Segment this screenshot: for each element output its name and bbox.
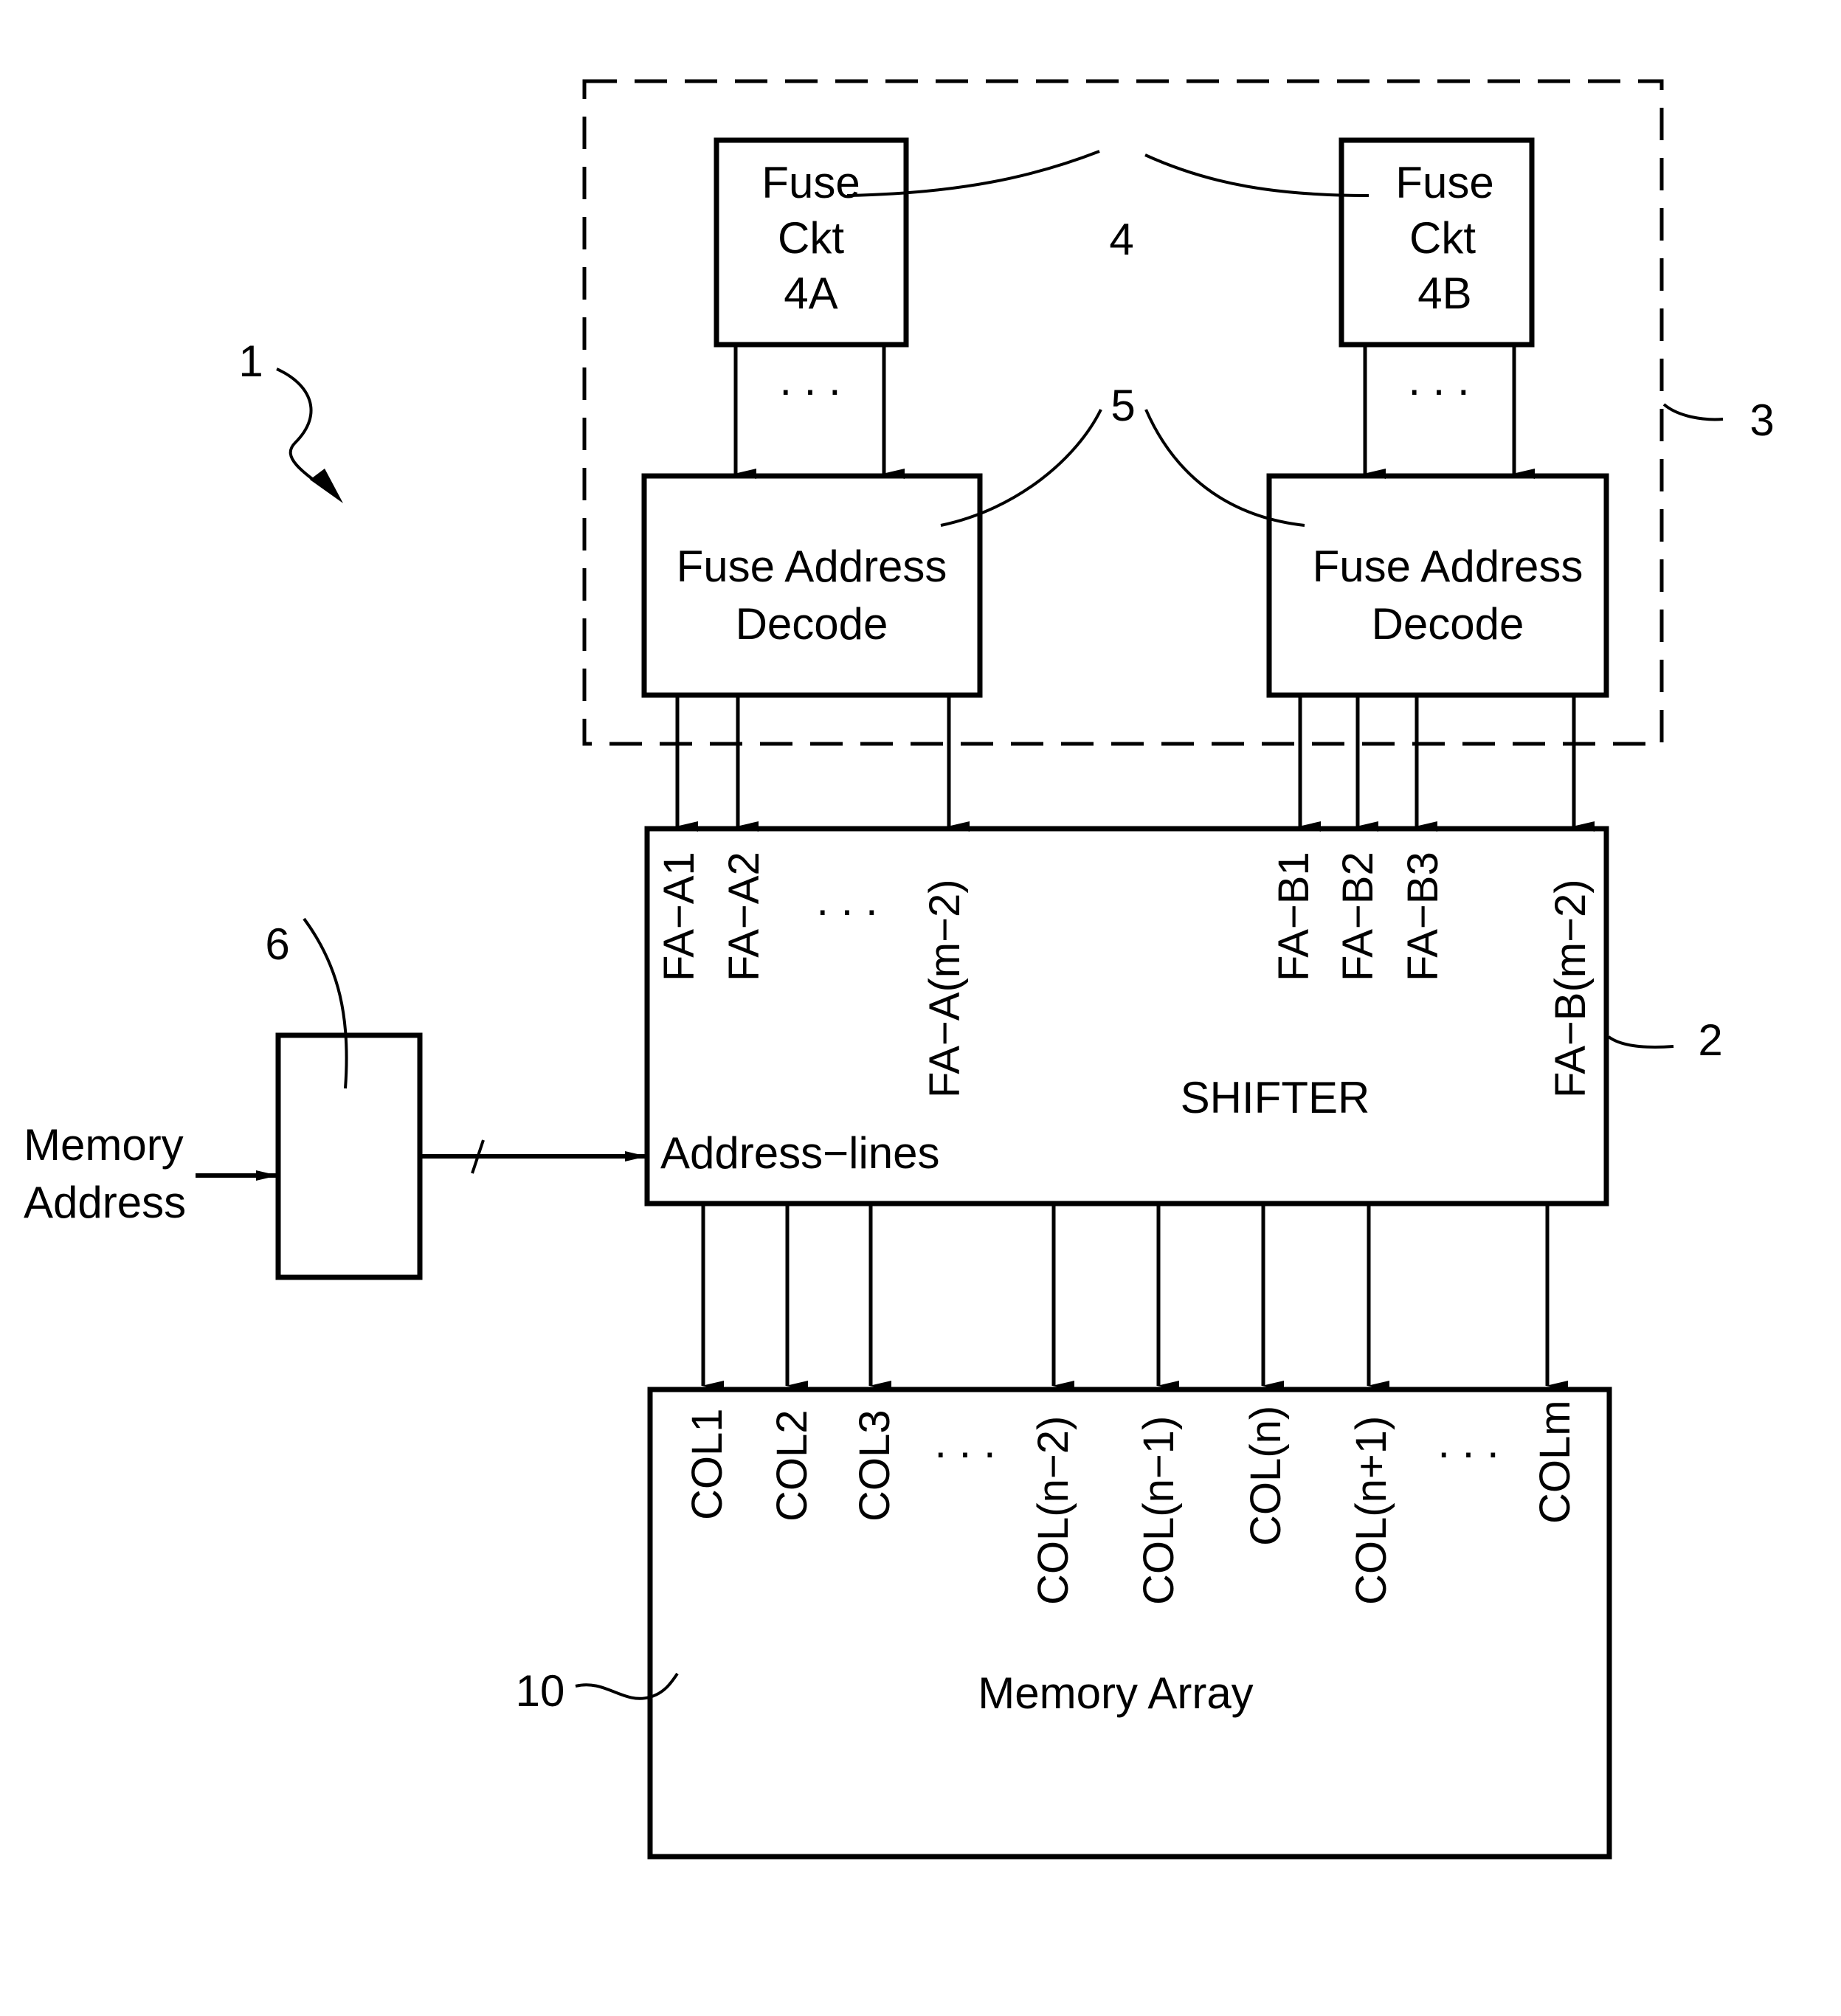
- shifter-input-fa-a1: FA−A1: [655, 852, 703, 981]
- ref-6-label: 6: [265, 919, 289, 969]
- decode-a-line2: Decode: [736, 599, 888, 649]
- shifter-title: SHIFTER: [1181, 1073, 1370, 1122]
- ref-5-leader-b: [1144, 409, 1305, 527]
- ref-1-arrowhead: [310, 469, 343, 503]
- ref-3-label: 3: [1750, 396, 1774, 445]
- fuse-b-ellipsis: . . .: [1408, 355, 1469, 404]
- fuse-ckt-4b-line1: Fuse: [1395, 158, 1493, 207]
- address-latch-box: [275, 1032, 423, 1280]
- shifter-address-lines-label: Address−lines: [660, 1128, 940, 1178]
- memory-address-label-line2: Address: [24, 1178, 186, 1227]
- fuse-ckt-4b-line2: Ckt: [1409, 213, 1476, 263]
- column-label-colm: COLm: [1531, 1400, 1579, 1524]
- column-label-col-n-1: COL(n−1): [1135, 1416, 1183, 1605]
- shifter-input-fa-b3: FA−B3: [1399, 852, 1447, 981]
- ref-4-leader-a: [846, 150, 1100, 197]
- column-ellipsis-left: . . .: [934, 1418, 995, 1467]
- shifter-input-labels: FA−A1 FA−A2 FA−A(m−2) FA−B1 FA−B2 FA−B3 …: [655, 852, 1595, 1098]
- fuse-ckt-4a-line2: Ckt: [778, 213, 844, 263]
- column-label-col2: COL2: [768, 1409, 816, 1522]
- column-label-col-n+1: COL(n+1): [1347, 1416, 1395, 1605]
- ref-6-leader: [303, 917, 348, 1089]
- shifter-input-fa-b2: FA−B2: [1334, 852, 1382, 981]
- ref-3-leader: [1662, 403, 1724, 421]
- ref-2-leader: [1607, 1035, 1674, 1049]
- shifter-input-fa-a-m-2: FA−A(m−2): [921, 879, 969, 1098]
- decode-a-line1: Fuse Address: [677, 542, 947, 591]
- fuse-a-ellipsis: . . .: [779, 355, 840, 404]
- ref-10-label: 10: [516, 1666, 565, 1716]
- fuse-ckt-4a-line1: Fuse: [761, 158, 860, 207]
- shifter-input-fa-a2: FA−A2: [720, 852, 768, 981]
- fuse-ckt-4a-line3: 4A: [784, 269, 837, 318]
- decode-b-line2: Decode: [1372, 599, 1524, 649]
- ref-4-leader-b: [1144, 153, 1369, 197]
- shifter-input-fa-b-m-2: FA−B(m−2): [1547, 879, 1595, 1098]
- ref-1-label: 1: [238, 336, 263, 386]
- ref-5-leader-a: [940, 409, 1102, 527]
- column-ellipsis-right: . . .: [1437, 1418, 1499, 1467]
- memory-address-label-line1: Memory: [24, 1120, 184, 1170]
- shifter-input-fa-b1: FA−B1: [1270, 852, 1318, 981]
- shifter-input-ellipsis: . . .: [816, 875, 877, 925]
- column-label-col-n-2: COL(n−2): [1029, 1416, 1077, 1605]
- column-label-col1: COL1: [683, 1408, 731, 1520]
- ref-10-leader: [575, 1672, 679, 1700]
- fuse-ckt-4b-line3: 4B: [1417, 269, 1471, 318]
- decode-b-line1: Fuse Address: [1313, 542, 1583, 591]
- memory-array-title: Memory Array: [978, 1668, 1253, 1718]
- block-diagram: Fuse Ckt 4A Fuse Ckt 4B 4 . . . . . . Fu…: [24, 79, 1775, 1860]
- ref-5-label: 5: [1111, 381, 1135, 430]
- column-label-col3: COL3: [851, 1409, 899, 1522]
- ref-4-label: 4: [1109, 215, 1133, 264]
- ref-2-label: 2: [1698, 1015, 1722, 1065]
- column-label-col-n: COL(n): [1242, 1406, 1290, 1546]
